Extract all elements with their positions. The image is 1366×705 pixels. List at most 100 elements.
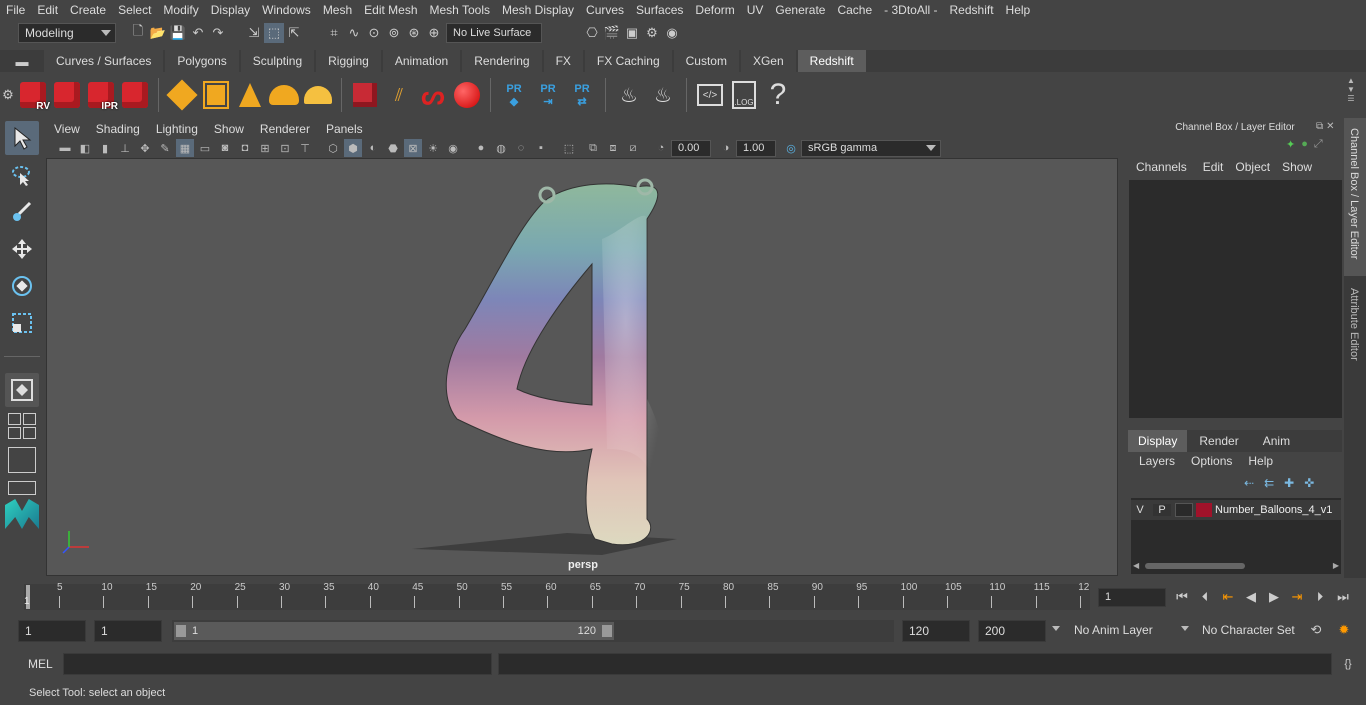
go-to-start-icon[interactable]: ⏮ bbox=[1172, 587, 1192, 607]
layer-tab-anim[interactable]: Anim bbox=[1251, 430, 1302, 452]
layer-visibility-toggle[interactable]: V bbox=[1131, 504, 1149, 516]
rs-render-seq-button[interactable] bbox=[51, 77, 83, 113]
menu-edit[interactable]: Edit bbox=[31, 0, 64, 20]
channel-key-icon[interactable]: ✦ bbox=[1286, 138, 1295, 151]
rs-script-button[interactable]: </> bbox=[694, 77, 726, 113]
menu-uv[interactable]: UV bbox=[741, 0, 770, 20]
menu-redshift[interactable]: Redshift bbox=[944, 0, 1000, 20]
side-tab-channel-box[interactable]: Channel Box / Layer Editor bbox=[1344, 118, 1366, 276]
color-management-icon[interactable]: ◎ bbox=[782, 139, 800, 157]
snap-view-icon[interactable]: ⊚ bbox=[384, 23, 404, 43]
channel-dot-icon[interactable]: ● bbox=[1301, 138, 1308, 151]
channel-pin-icon[interactable]: ⤢ bbox=[1314, 138, 1323, 151]
rotate-tool[interactable] bbox=[5, 269, 39, 303]
layout-persp-graph-icon[interactable] bbox=[8, 447, 36, 473]
menu-edit-mesh[interactable]: Edit Mesh bbox=[358, 0, 423, 20]
gamma-field[interactable]: 1.00 bbox=[736, 139, 776, 157]
mode-dropdown[interactable]: Modeling bbox=[18, 23, 116, 43]
step-back-icon[interactable]: ⏴ bbox=[1195, 587, 1215, 607]
resolution-gate-icon[interactable]: ◙ bbox=[216, 139, 234, 157]
snap-point-icon[interactable]: ⊙ bbox=[364, 23, 384, 43]
rs-bake2-button[interactable]: ♨ bbox=[647, 77, 679, 113]
new-scene-icon[interactable]: 🗋 bbox=[128, 23, 148, 43]
viewport-menu-panels[interactable]: Panels bbox=[318, 122, 371, 136]
wireframe-on-shaded-icon[interactable]: ◐ bbox=[364, 139, 382, 157]
snap-live-icon[interactable]: ⊕ bbox=[424, 23, 444, 43]
character-set-dropdown[interactable]: No Character Set bbox=[1196, 620, 1298, 642]
script-editor-icon[interactable]: {} bbox=[1338, 654, 1358, 674]
hypershade-icon[interactable]: ◉ bbox=[662, 23, 682, 43]
new-layer-icon[interactable]: ✚ bbox=[1284, 476, 1294, 490]
chevron-down-icon[interactable] bbox=[1181, 626, 1189, 631]
xray-components-icon[interactable]: ⧈ bbox=[604, 139, 622, 157]
image-plane-icon[interactable]: ⊥ bbox=[116, 139, 134, 157]
range-end-grip[interactable] bbox=[602, 625, 612, 637]
float-icon[interactable]: ⧉ bbox=[1316, 121, 1323, 132]
backface-icon[interactable]: ⧄ bbox=[624, 139, 642, 157]
shelf-tab-fx-caching[interactable]: FX Caching bbox=[584, 50, 672, 72]
shelf-scroll[interactable]: ▲ ▼ ☰ bbox=[1344, 76, 1358, 112]
shelf-tab-curves[interactable]: Curves / Surfaces bbox=[44, 50, 164, 72]
rs-spot-light-button[interactable] bbox=[234, 77, 266, 113]
play-backward-icon[interactable]: ◀ bbox=[1241, 587, 1261, 607]
rs-proxy-button[interactable] bbox=[349, 77, 381, 113]
shelf-tab-sculpting[interactable]: Sculpting bbox=[240, 50, 315, 72]
shelf-tab-rigging[interactable]: Rigging bbox=[316, 50, 381, 72]
menu-file[interactable]: File bbox=[0, 0, 31, 20]
grease-pencil-icon[interactable]: ✎ bbox=[156, 139, 174, 157]
menu-curves[interactable]: Curves bbox=[580, 0, 630, 20]
range-slider[interactable]: 1 120 bbox=[172, 620, 894, 642]
scale-tool[interactable] bbox=[5, 306, 39, 340]
menu-display[interactable]: Display bbox=[205, 0, 256, 20]
chevron-up-icon[interactable]: ▲ bbox=[1347, 76, 1355, 85]
move-layer-up-icon[interactable]: ⇠ bbox=[1244, 476, 1254, 490]
menu-create[interactable]: Create bbox=[64, 0, 112, 20]
isolate-select-icon[interactable]: ▪ bbox=[532, 139, 550, 157]
anti-aliasing-icon[interactable]: ◍ bbox=[492, 139, 510, 157]
gamma-icon[interactable]: ◑ bbox=[717, 139, 735, 157]
xray-joints-icon[interactable]: ⧉ bbox=[584, 139, 602, 157]
shelf-tab-xgen[interactable]: XGen bbox=[740, 50, 796, 72]
play-forward-icon[interactable]: ▶ bbox=[1264, 587, 1284, 607]
chevron-left-icon[interactable]: ◀ bbox=[1133, 561, 1139, 570]
new-layer-selected-icon[interactable]: ✜ bbox=[1304, 476, 1314, 490]
layer-help-menu[interactable]: Help bbox=[1240, 454, 1281, 472]
menu-mesh-display[interactable]: Mesh Display bbox=[496, 0, 580, 20]
gear-icon[interactable]: ⚙ bbox=[1, 87, 15, 102]
redo-icon[interactable]: ↷ bbox=[208, 23, 228, 43]
ipr-render-icon[interactable]: ▣ bbox=[622, 23, 642, 43]
live-surface-field[interactable]: No Live Surface bbox=[446, 23, 542, 43]
layer-scrollbar[interactable]: ◀ ▶ bbox=[1131, 560, 1341, 572]
rs-volume-button[interactable]: ⫽ bbox=[383, 77, 415, 113]
render-settings-icon[interactable]: ⚙ bbox=[642, 23, 662, 43]
channels-edit-menu[interactable]: Edit bbox=[1197, 160, 1230, 178]
colorspace-dropdown[interactable]: sRGB gamma bbox=[801, 139, 941, 157]
menu-3dtoall[interactable]: - 3DtoAll - bbox=[878, 0, 943, 20]
undo-icon[interactable]: ↶ bbox=[188, 23, 208, 43]
rs-settings-button[interactable] bbox=[119, 77, 151, 113]
layout-single-icon[interactable] bbox=[8, 413, 21, 425]
rs-help-button[interactable]: ? bbox=[762, 77, 794, 113]
shelf-menu-icon[interactable]: ▬ bbox=[0, 50, 44, 72]
soft-select-tool[interactable] bbox=[5, 373, 39, 407]
2d-pan-icon[interactable]: ✥ bbox=[136, 139, 154, 157]
smooth-shade-icon[interactable]: ⬢ bbox=[344, 139, 362, 157]
viewport-menu-shading[interactable]: Shading bbox=[88, 122, 148, 136]
field-chart-icon[interactable]: ⊞ bbox=[256, 139, 274, 157]
rs-bake-button[interactable]: ♨ bbox=[613, 77, 645, 113]
playback-end-field[interactable]: 120 bbox=[902, 620, 970, 642]
layer-tab-display[interactable]: Display bbox=[1128, 430, 1188, 452]
film-gate-icon[interactable]: ▭ bbox=[196, 139, 214, 157]
camera-select-icon[interactable]: ▬ bbox=[56, 139, 74, 157]
viewport-menu-renderer[interactable]: Renderer bbox=[252, 122, 318, 136]
textured-icon[interactable]: ⬣ bbox=[384, 139, 402, 157]
menu-mesh-tools[interactable]: Mesh Tools bbox=[424, 0, 496, 20]
exposure-icon[interactable]: ◔ bbox=[652, 139, 670, 157]
shelf-tab-fx[interactable]: FX bbox=[543, 50, 583, 72]
snap-surface-icon[interactable]: ⊛ bbox=[404, 23, 424, 43]
menu-mesh[interactable]: Mesh bbox=[317, 0, 358, 20]
rs-pr-swap-button[interactable]: PR ⇄ bbox=[566, 77, 598, 113]
rs-pr-export-button[interactable]: PR ⇥ bbox=[532, 77, 564, 113]
gate-mask-icon[interactable]: ◘ bbox=[236, 139, 254, 157]
layers-menu[interactable]: Layers bbox=[1126, 454, 1183, 472]
